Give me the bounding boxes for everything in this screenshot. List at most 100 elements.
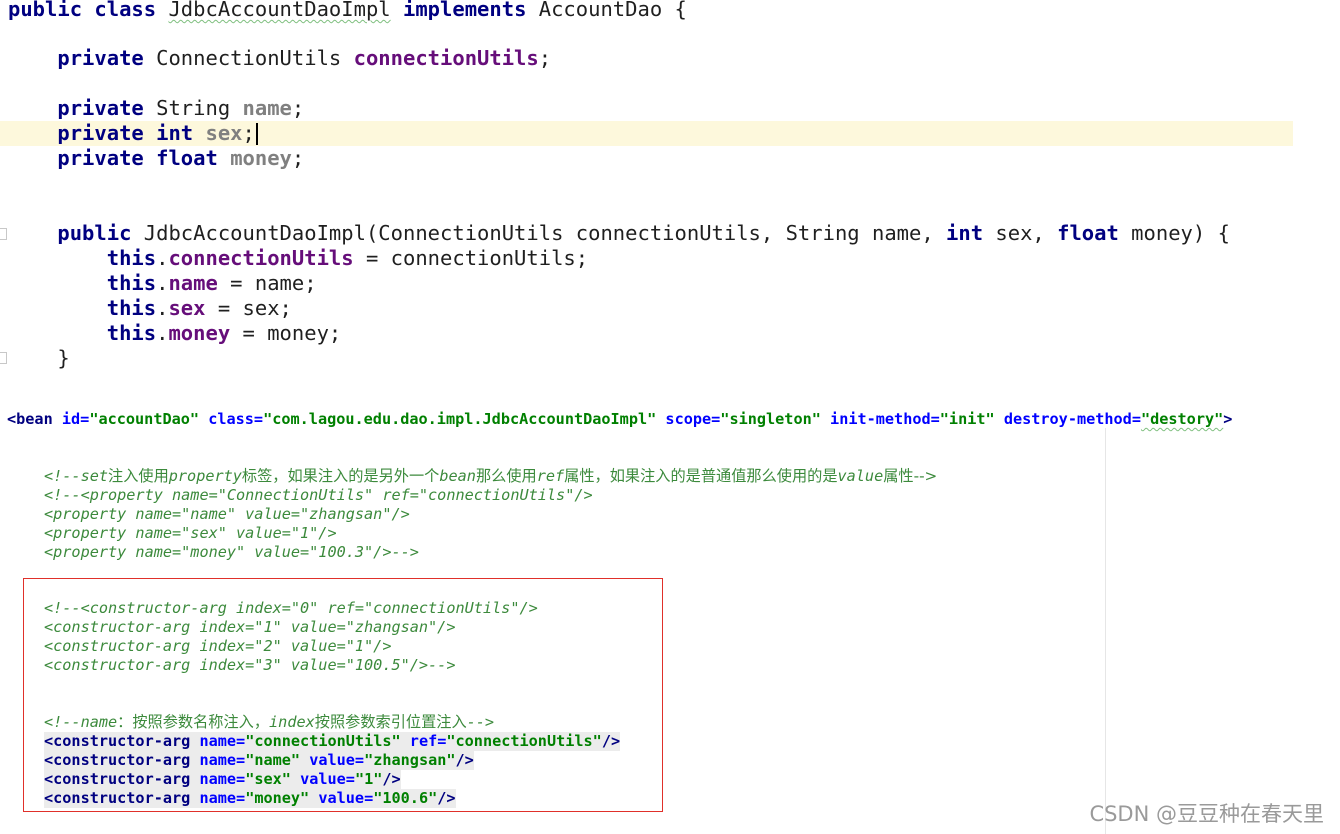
comment-text: <!--set	[44, 467, 109, 485]
keyword: float	[1057, 221, 1119, 245]
xml-value: "init"	[939, 410, 995, 428]
commented-property-line[interactable]: <property name="money" value="100.3"/>--…	[44, 543, 419, 562]
comment-text: 属性-->	[883, 467, 938, 485]
xml-value: "accountDao"	[89, 410, 200, 428]
semicolon: ;	[291, 96, 305, 120]
xml-value: "sex"	[245, 770, 291, 788]
constructor-signature-line[interactable]: public JdbcAccountDaoImpl(ConnectionUtil…	[8, 221, 1230, 246]
xml-attr: destroy-method=	[1003, 410, 1141, 428]
semicolon: ;	[242, 121, 255, 145]
comment-set-injection[interactable]: <!--set注入使用property标签，如果注入的是另外一个bean那么使用…	[44, 467, 937, 486]
xml-tag: />	[601, 732, 621, 750]
xml-tag: <bean	[7, 410, 53, 428]
xml-attr: scope=	[665, 410, 721, 428]
type-name: ConnectionUtils	[156, 46, 342, 70]
assign-connection-utils-line[interactable]: this.connectionUtils = connectionUtils;	[8, 246, 588, 271]
xml-value: "singleton"	[720, 410, 821, 428]
assign-name-line[interactable]: this.name = name;	[8, 271, 317, 296]
field-connection-utils-line[interactable]: private ConnectionUtils connectionUtils;	[8, 46, 551, 71]
comment-text: <!--name	[44, 713, 118, 731]
xml-value: "zhangsan"	[364, 751, 456, 769]
class-declaration-line[interactable]: public class JdbcAccountDaoImpl implemen…	[8, 0, 687, 22]
xml-value: "100.6"	[373, 789, 438, 807]
comment-text: property	[168, 467, 242, 485]
field-name: name	[242, 96, 292, 120]
commented-ctor-arg-line[interactable]: <!--<constructor-arg index="0" ref="conn…	[44, 599, 538, 618]
field-name-line[interactable]: private String name;	[8, 96, 304, 121]
xml-attr: name=	[199, 732, 246, 750]
field-name: money	[168, 321, 231, 345]
assign-sex-line[interactable]: this.sex = sex;	[8, 296, 292, 321]
keyword: public	[8, 0, 83, 21]
keyword: this	[106, 271, 157, 295]
comment-text: 按照参数索引位置注入	[314, 713, 467, 731]
comment-text: index	[269, 713, 315, 731]
commented-ctor-arg-line[interactable]: <constructor-arg index="3" value="100.5"…	[44, 656, 455, 675]
xml-attr: init-method=	[830, 410, 940, 428]
keyword: this	[106, 321, 157, 345]
xml-value: "connectionUtils"	[245, 732, 401, 750]
xml-tag: />	[437, 789, 456, 807]
commented-property-line[interactable]: <property name="sex" value="1"/>	[44, 524, 337, 543]
fold-marker-icon[interactable]	[0, 352, 7, 364]
assignment: = money;	[230, 321, 342, 345]
field-sex-line[interactable]: private int sex;	[8, 121, 258, 146]
fold-marker-icon[interactable]	[0, 228, 7, 240]
xml-value: "money"	[245, 789, 310, 807]
comment-text: 那么使用	[475, 467, 537, 485]
right-margin-guide	[1105, 428, 1106, 834]
xml-code-editor[interactable]: <bean id="accountDao" class="com.lagou.e…	[0, 400, 1340, 834]
assignment: = connectionUtils;	[353, 246, 589, 270]
xml-attr: name=	[199, 770, 246, 788]
xml-tag: <constructor-arg	[44, 751, 191, 769]
comment-text: 注入使用	[108, 467, 169, 485]
constructor-close-line[interactable]: }	[8, 346, 69, 371]
field-name: sex	[168, 296, 206, 320]
field-money-line[interactable]: private float money;	[8, 146, 304, 171]
xml-tag: <constructor-arg	[44, 789, 191, 807]
constructor-arg-line[interactable]: <constructor-arg name="sex" value="1"/>	[44, 770, 401, 789]
interface-name: AccountDao {	[538, 0, 687, 21]
constructor-arg-line[interactable]: <constructor-arg name="money" value="100…	[44, 789, 456, 808]
xml-tag: <constructor-arg	[44, 732, 191, 750]
keyword: private	[57, 146, 144, 170]
comment-text: 标签，如果注入的是另外一个	[241, 467, 440, 485]
comment-name-index[interactable]: <!--name：按照参数名称注入，index按照参数索引位置注入-->	[44, 713, 494, 732]
keyword: class	[94, 0, 157, 21]
xml-attr: name=	[199, 751, 246, 769]
commented-ctor-arg-line[interactable]: <constructor-arg index="2" value="1"/>	[44, 637, 391, 656]
xml-tag: />	[382, 770, 401, 788]
commented-property-line[interactable]: <!--<property name="ConnectionUtils" ref…	[44, 486, 593, 505]
xml-attr: value=	[300, 770, 355, 788]
bean-tag-line[interactable]: <bean id="accountDao" class="com.lagou.e…	[7, 410, 1232, 429]
text-cursor	[255, 123, 258, 145]
assign-money-line[interactable]: this.money = money;	[8, 321, 342, 346]
xml-attr: name=	[199, 789, 246, 807]
keyword: implements	[402, 0, 527, 21]
java-code-editor[interactable]: public class JdbcAccountDaoImpl implemen…	[0, 0, 1340, 380]
field-name: connectionUtils	[168, 246, 354, 270]
xml-tag: />	[455, 751, 474, 769]
comment-text: value	[837, 467, 884, 485]
keyword: private	[57, 46, 144, 70]
commented-ctor-arg-line[interactable]: <constructor-arg index="1" value="zhangs…	[44, 618, 455, 637]
keyword: private	[57, 96, 144, 120]
xml-attr: value=	[309, 751, 365, 769]
keyword: int	[946, 221, 984, 245]
xml-value: "connectionUtils"	[446, 732, 602, 750]
xml-attr: ref=	[409, 732, 447, 750]
keyword: this	[106, 246, 157, 270]
xml-value: "destory"	[1140, 410, 1224, 428]
class-name: JdbcAccountDaoImpl	[168, 0, 391, 21]
commented-property-line[interactable]: <property name="name" value="zhangsan"/>	[44, 505, 410, 524]
keyword: public	[57, 221, 132, 245]
xml-value: "name"	[245, 751, 301, 769]
comment-text: ref	[536, 467, 565, 485]
xml-value: "1"	[354, 770, 383, 788]
parameters: (ConnectionUtils connectionUtils, String…	[365, 221, 947, 245]
xml-attr: id=	[61, 410, 90, 428]
constructor-arg-line[interactable]: <constructor-arg name="connectionUtils" …	[44, 732, 621, 751]
assignment: = sex;	[205, 296, 292, 320]
constructor-arg-line[interactable]: <constructor-arg name="name" value="zhan…	[44, 751, 474, 770]
comment-text: bean	[439, 467, 476, 485]
